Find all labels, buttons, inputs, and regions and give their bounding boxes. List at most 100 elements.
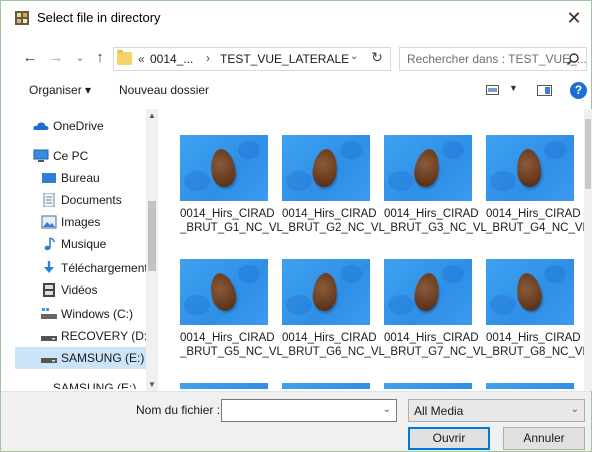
sidebar-item-label: RECOVERY (D:) bbox=[61, 329, 152, 343]
file-item[interactable]: 0014_Hirs_CIRAD _BRUT_G2_NC_VL bbox=[266, 135, 385, 247]
sidebar-item-samsung-e[interactable]: SAMSUNG (E:) bbox=[15, 347, 146, 369]
file-thumbnail bbox=[282, 135, 370, 201]
scroll-down-icon[interactable]: ▼ bbox=[146, 380, 158, 389]
new-folder-button[interactable]: Nouveau dossier bbox=[119, 83, 209, 97]
address-row: ← → ⌄ ↑ « 0014_... › TEST_VUE_LATERALE ⌄… bbox=[1, 45, 591, 73]
sidebar-item-label: SAMSUNG (E:) bbox=[61, 351, 145, 365]
filename-input[interactable]: ⌄ bbox=[221, 399, 397, 422]
organiser-menu[interactable]: Organiser ▾ bbox=[29, 83, 91, 97]
seed-image bbox=[311, 272, 339, 312]
folder-icon bbox=[117, 50, 132, 65]
preview-pane-icon[interactable] bbox=[537, 85, 552, 96]
videos-icon bbox=[43, 283, 55, 297]
chevron-down-icon[interactable]: ⌄ bbox=[383, 404, 391, 415]
recent-locations-button[interactable]: ⌄ bbox=[69, 47, 91, 69]
sidebar-item-label: Documents bbox=[61, 193, 122, 207]
sidebar-item-samsung-e-2[interactable]: SAMSUNG (E:) bbox=[15, 377, 146, 389]
sidebar-item-label: Windows (C:) bbox=[61, 307, 134, 321]
address-bar[interactable]: « 0014_... › TEST_VUE_LATERALE ⌄ ↻ bbox=[113, 47, 391, 71]
cancel-button[interactable]: Annuler bbox=[503, 427, 585, 450]
footer: Nom du fichier : ⌄ All Media ⌄ Ouvrir An… bbox=[1, 391, 591, 451]
breadcrumb-item[interactable]: 0014_... bbox=[150, 52, 193, 66]
chevron-down-icon[interactable]: ⌄ bbox=[571, 404, 579, 415]
address-dropdown-button[interactable]: ⌄ bbox=[350, 51, 364, 62]
file-item[interactable]: 0014_Hirs_CIRAD _BRUT_G6_NC_VL bbox=[266, 259, 385, 371]
scroll-up-icon[interactable]: ▲ bbox=[146, 111, 158, 120]
sidebar-item-ce-pc[interactable]: Ce PC bbox=[15, 145, 146, 167]
view-mode-icon[interactable] bbox=[486, 85, 499, 95]
sidebar-item-musique[interactable]: Musique bbox=[15, 233, 146, 255]
file-name: 0014_Hirs_CIRAD _BRUT_G4_NC_VL bbox=[486, 207, 584, 235]
scrollbar-thumb[interactable] bbox=[148, 201, 156, 271]
file-name-line: _BRUT_G2_NC_VL bbox=[282, 222, 385, 234]
file-item[interactable]: 0014_Hirs_CIRAD _BRUT_G8_NC_VL bbox=[470, 259, 584, 371]
breadcrumb-item[interactable]: TEST_VUE_LATERALE bbox=[220, 52, 349, 66]
file-name-line: 0014_Hirs_CIRAD bbox=[486, 208, 581, 220]
file-item[interactable]: 0014_Hirs_CIRAD _BRUT_G5_NC_VL bbox=[164, 259, 283, 371]
filename-label: Nom du fichier : bbox=[136, 403, 221, 417]
search-input[interactable]: Rechercher dans : TEST_VUE_... bbox=[407, 52, 587, 66]
seed-image bbox=[515, 148, 543, 188]
window-title: Select file in directory bbox=[37, 10, 161, 25]
file-item[interactable]: 0014_Hirs_CIRAD _BRUT_G1_NC_VL bbox=[164, 135, 283, 247]
scrollbar-thumb[interactable] bbox=[585, 119, 591, 189]
file-thumbnail[interactable] bbox=[384, 383, 472, 389]
file-thumbnail[interactable] bbox=[180, 383, 268, 389]
content-scrollbar[interactable] bbox=[584, 109, 592, 391]
file-thumbnail[interactable] bbox=[486, 383, 574, 389]
pc-icon bbox=[33, 149, 49, 162]
file-thumbnail bbox=[486, 259, 574, 325]
file-name-line: _BRUT_G7_NC_VL bbox=[384, 346, 487, 358]
file-type-select[interactable]: All Media ⌄ bbox=[408, 399, 585, 422]
seed-image bbox=[311, 147, 339, 189]
help-icon[interactable]: ? bbox=[570, 82, 587, 99]
file-name: 0014_Hirs_CIRAD _BRUT_G5_NC_VL bbox=[180, 331, 283, 359]
file-dialog: Select file in directory ✕ ← → ⌄ ↑ « 001… bbox=[0, 0, 592, 452]
title-bar: Select file in directory ✕ bbox=[1, 1, 591, 35]
sidebar-item-onedrive[interactable]: OneDrive bbox=[15, 115, 146, 137]
file-name: 0014_Hirs_CIRAD _BRUT_G1_NC_VL bbox=[180, 207, 283, 235]
toolbar: Organiser ▾ Nouveau dossier ▼ ? bbox=[1, 77, 591, 105]
file-thumbnail bbox=[180, 135, 268, 201]
sidebar-item-label: Ce PC bbox=[53, 149, 89, 163]
file-item[interactable]: 0014_Hirs_CIRAD _BRUT_G4_NC_VL bbox=[470, 135, 584, 247]
sidebar-item-windows-c[interactable]: Windows (C:) bbox=[15, 303, 146, 325]
file-name-line: 0014_Hirs_CIRAD bbox=[282, 208, 377, 220]
file-name-line: _BRUT_G4_NC_VL bbox=[486, 222, 584, 234]
close-button[interactable]: ✕ bbox=[561, 5, 587, 31]
sidebar-item-images[interactable]: Images bbox=[15, 211, 146, 233]
onedrive-icon bbox=[33, 122, 49, 130]
file-name: 0014_Hirs_CIRAD _BRUT_G2_NC_VL bbox=[282, 207, 385, 235]
file-grid: 0014_Hirs_CIRAD _BRUT_G1_NC_VL 0014_Hirs_C… bbox=[164, 107, 584, 389]
sidebar-item-recovery-d[interactable]: RECOVERY (D:) bbox=[15, 325, 151, 347]
sidebar-item-label: Images bbox=[61, 215, 101, 229]
open-button[interactable]: Ouvrir bbox=[408, 427, 490, 450]
desktop-icon bbox=[42, 173, 56, 183]
sidebar-item-documents[interactable]: Documents bbox=[15, 189, 146, 211]
drive-icon bbox=[41, 358, 57, 363]
sidebar-item-telechargement[interactable]: Téléchargement bbox=[15, 257, 148, 279]
file-name-line: 0014_Hirs_CIRAD bbox=[384, 208, 479, 220]
breadcrumb-overflow[interactable]: « bbox=[138, 52, 145, 66]
file-name: 0014_Hirs_CIRAD _BRUT_G7_NC_VL bbox=[384, 331, 487, 359]
file-item[interactable]: 0014_Hirs_CIRAD _BRUT_G3_NC_VL bbox=[368, 135, 487, 247]
sidebar-scrollbar[interactable]: ▲ ▼ bbox=[146, 109, 158, 391]
images-icon bbox=[41, 215, 57, 229]
search-icon bbox=[566, 53, 579, 66]
back-button[interactable]: ← bbox=[19, 47, 41, 69]
file-thumbnail bbox=[282, 259, 370, 325]
file-thumbnail[interactable] bbox=[282, 383, 370, 389]
file-name: 0014_Hirs_CIRAD _BRUT_G3_NC_VL bbox=[384, 207, 487, 235]
file-name: 0014_Hirs_CIRAD _BRUT_G8_NC_VL bbox=[486, 331, 584, 359]
documents-icon bbox=[43, 193, 55, 207]
search-box[interactable]: Rechercher dans : TEST_VUE_... bbox=[399, 47, 587, 71]
forward-button[interactable]: → bbox=[45, 47, 67, 69]
file-thumbnail bbox=[384, 259, 472, 325]
sidebar-item-videos[interactable]: Vidéos bbox=[15, 279, 146, 301]
up-button[interactable]: ↑ bbox=[89, 47, 111, 69]
view-mode-dropdown[interactable]: ▼ bbox=[509, 83, 518, 93]
drive-icon bbox=[41, 336, 57, 341]
refresh-button[interactable]: ↻ bbox=[368, 49, 386, 66]
sidebar-item-bureau[interactable]: Bureau bbox=[15, 167, 146, 189]
file-item[interactable]: 0014_Hirs_CIRAD _BRUT_G7_NC_VL bbox=[368, 259, 487, 371]
